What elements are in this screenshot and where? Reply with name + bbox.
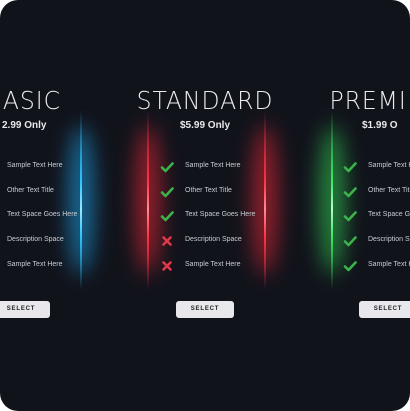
feature-label: Sample Text Here — [7, 162, 63, 169]
plan-title: STANDARD — [136, 86, 274, 115]
feature-row: Sample Text Here — [343, 259, 410, 273]
feature-row: Other Text Title — [160, 185, 360, 199]
feature-row: Sample Text Here — [343, 160, 410, 174]
feature-label: Description Space — [7, 236, 64, 243]
pricing-table-page: ASIC 2.99 Only STANDARD $5.99 Only PREMI… — [0, 0, 410, 411]
check-icon — [160, 160, 174, 174]
feature-row: Other Text Title — [343, 185, 410, 199]
feature-row: Description Space — [343, 234, 410, 248]
feature-row: Sample Text Here — [160, 259, 360, 273]
check-icon — [343, 234, 357, 248]
plan-title: PREMI — [329, 86, 407, 115]
feature-label: Description Space — [368, 236, 410, 243]
plan-card-standard: STANDARD $5.99 Only — [130, 0, 280, 411]
select-button-standard[interactable]: SELECT — [176, 301, 234, 318]
feature-label: Description Space — [185, 236, 242, 243]
feature-row: Text Space Goes Here — [343, 209, 410, 223]
feature-row: Text Space Goes Here — [0, 209, 182, 223]
check-icon — [160, 185, 174, 199]
feature-label: Sample Text Here — [185, 261, 241, 268]
feature-label: Other Text Title — [368, 187, 410, 194]
feature-row: Description Space — [0, 234, 182, 248]
feature-label: Text Space Goes Here — [368, 211, 410, 218]
feature-row: Description Space — [160, 234, 360, 248]
check-icon — [160, 209, 174, 223]
select-button-basic[interactable]: SELECT — [0, 301, 50, 318]
plan-price: $1.99 O — [362, 120, 398, 131]
check-icon — [343, 160, 357, 174]
feature-label: Sample Text Here — [7, 261, 63, 268]
feature-label: Other Text Title — [185, 187, 232, 194]
select-button-premium[interactable]: SELECT — [359, 301, 410, 318]
feature-row: Sample Text Here — [160, 160, 360, 174]
plan-title: ASIC — [2, 86, 61, 115]
feature-label: Sample Text Here — [368, 261, 410, 268]
cross-icon — [160, 259, 174, 273]
plan-price: 2.99 Only — [2, 120, 47, 131]
check-icon — [343, 259, 357, 273]
check-icon — [343, 185, 357, 199]
feature-label: Text Space Goes Here — [7, 211, 78, 218]
feature-row: Sample Text Here — [0, 259, 182, 273]
cross-icon — [160, 234, 174, 248]
feature-row: Other Text Title — [0, 185, 182, 199]
feature-label: Sample Text Here — [368, 162, 410, 169]
check-icon — [343, 209, 357, 223]
feature-label: Text Space Goes Here — [185, 211, 256, 218]
feature-label: Other Text Title — [7, 187, 54, 194]
plan-card-premium: PREMI $1.99 O — [327, 0, 410, 411]
feature-row: Sample Text Here — [0, 160, 182, 174]
plan-price: $5.99 Only — [179, 120, 231, 131]
plan-card-basic: ASIC 2.99 Only — [0, 0, 90, 411]
feature-row: Text Space Goes Here — [160, 209, 360, 223]
feature-label: Sample Text Here — [185, 162, 241, 169]
